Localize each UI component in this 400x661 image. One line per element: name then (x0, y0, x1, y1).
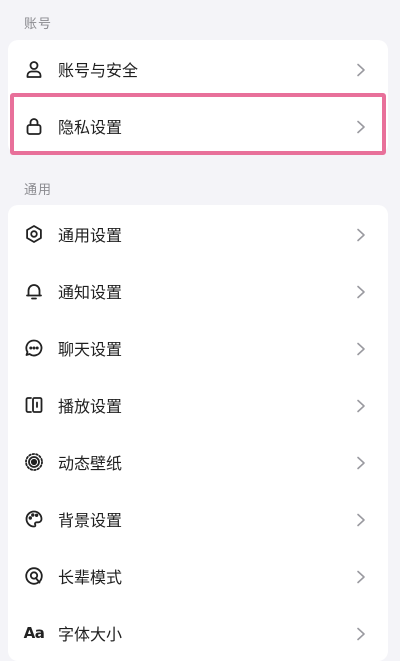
row-label: 长辈模式 (58, 567, 123, 587)
row-background-settings[interactable]: 背景设置 (8, 490, 388, 547)
font-size-icon: Aa (23, 623, 45, 643)
elder-mode-icon (24, 566, 44, 586)
row-live-wallpaper[interactable]: 动态壁纸 (8, 433, 388, 490)
row-label: 背景设置 (58, 510, 123, 530)
gear-icon (24, 224, 44, 244)
row-label: 字体大小 (58, 624, 123, 644)
row-playback-settings[interactable]: 播放设置 (8, 376, 388, 433)
row-label: 播放设置 (58, 396, 123, 416)
chevron-right-icon (356, 62, 366, 76)
row-font-size[interactable]: Aa 字体大小 (8, 604, 388, 661)
row-privacy-settings[interactable]: 隐私设置 (8, 97, 388, 154)
live-wallpaper-icon (24, 452, 44, 472)
section-title-general: 通用 (24, 183, 53, 198)
section-title-account: 账号 (24, 17, 53, 32)
font-size-icon-text: Aa (23, 623, 45, 642)
chevron-right-icon (356, 398, 366, 412)
account-card: 账号与安全 隐私设置 (8, 40, 388, 154)
row-label: 聊天设置 (58, 339, 123, 359)
chevron-right-icon (356, 626, 366, 640)
chevron-right-icon (356, 284, 366, 298)
chevron-right-icon (356, 341, 366, 355)
general-card: 通用设置 通知设置 聊天设置 播放设置 动态壁纸 背景设置 长辈模式 Aa 字体… (8, 205, 388, 661)
row-elder-mode[interactable]: 长辈模式 (8, 547, 388, 604)
chat-bubble-icon (24, 338, 44, 358)
chevron-right-icon (356, 227, 366, 241)
chevron-right-icon (356, 569, 366, 583)
row-general-settings[interactable]: 通用设置 (8, 205, 388, 262)
row-chat-settings[interactable]: 聊天设置 (8, 319, 388, 376)
row-label: 通知设置 (58, 282, 123, 302)
chevron-right-icon (356, 512, 366, 526)
chevron-right-icon (356, 455, 366, 469)
palette-icon (24, 509, 44, 529)
user-icon (24, 59, 44, 79)
bell-icon (24, 281, 44, 301)
play-device-icon (24, 395, 44, 415)
chevron-right-icon (356, 119, 366, 133)
row-label: 隐私设置 (58, 117, 123, 137)
row-label: 通用设置 (58, 225, 123, 245)
lock-icon (24, 116, 44, 136)
row-notification-settings[interactable]: 通知设置 (8, 262, 388, 319)
row-label: 动态壁纸 (58, 453, 123, 473)
row-account-security[interactable]: 账号与安全 (8, 40, 388, 97)
row-label: 账号与安全 (58, 60, 139, 80)
